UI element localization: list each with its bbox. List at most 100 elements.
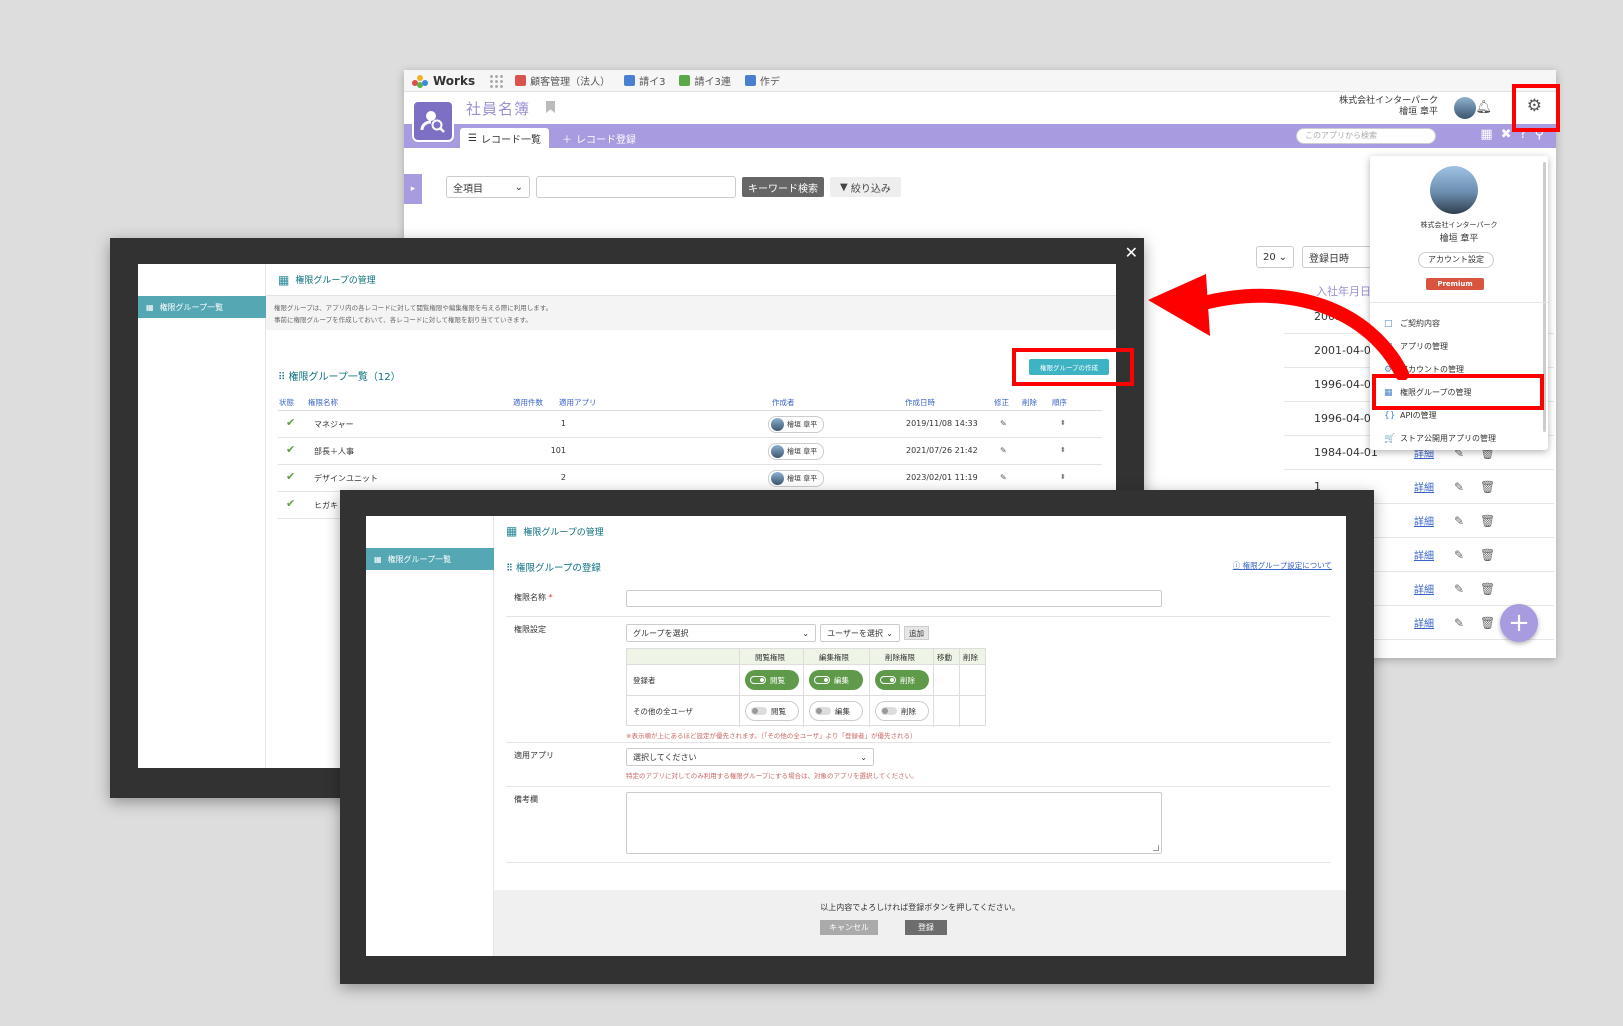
edit-icon[interactable]: ✎ xyxy=(1454,616,1480,630)
sidebar-item-label: 権限グループ一覧 xyxy=(387,554,452,564)
account-settings-button[interactable]: アカウント設定 xyxy=(1418,252,1494,268)
qr-icon[interactable]: ▦ xyxy=(1480,127,1492,142)
modal-sidebar: ▦ 権限グループ一覧 xyxy=(366,516,494,956)
sidebar-item-group-list[interactable]: ▦ 権限グループ一覧 xyxy=(366,548,494,570)
table-row[interactable]: ✔ デザインユニット 2 檜垣 章平 2023/02/01 11:19 ✎ ⬍ xyxy=(278,465,1102,492)
tab-label: レコード一覧 xyxy=(480,134,541,146)
resize-handle[interactable] xyxy=(1153,845,1159,851)
sort-icon[interactable]: ⬍ xyxy=(1060,419,1066,427)
chevron-down-icon: ⌄ xyxy=(1278,251,1287,263)
detail-link[interactable]: 詳細 xyxy=(1414,615,1454,630)
cancel-button[interactable]: キャンセル xyxy=(820,920,878,935)
detail-link[interactable]: 詳細 xyxy=(1414,581,1454,596)
trash-icon[interactable]: 🗑︎ xyxy=(1480,548,1506,562)
perm-col-edit: 編集権限 xyxy=(819,653,849,662)
trash-icon[interactable]: 🗑︎ xyxy=(1480,514,1506,528)
chevron-down-icon: ⌄ xyxy=(886,628,893,638)
sidebar-item-group-list[interactable]: ▦ 権限グループ一覧 xyxy=(138,296,266,318)
user-info[interactable]: 株式会社インターパーク 檜垣 章平 xyxy=(1339,96,1438,118)
submit-button[interactable]: 登録 xyxy=(905,920,947,935)
column-header: 適用アプリ xyxy=(559,398,597,407)
page-size-value: 20 xyxy=(1263,251,1276,263)
view-toggle-others[interactable]: 閲覧 xyxy=(745,701,799,721)
account-menu-item[interactable]: 🛒 ストア公開用アプリの管理 xyxy=(1384,427,1496,450)
app-select[interactable]: 選択してください ⌄ xyxy=(626,748,874,766)
group-icon: ▦ xyxy=(278,272,290,287)
keyword-search-button[interactable]: キーワード検索 xyxy=(742,177,824,197)
detail-link[interactable]: 詳細 xyxy=(1414,547,1454,562)
user-name: 檜垣 章平 xyxy=(1399,107,1438,117)
edit-toggle-registrant[interactable]: 編集 xyxy=(809,670,863,690)
delete-toggle-registrant[interactable]: 削除 xyxy=(875,670,929,690)
tab-record-register[interactable]: ＋ レコード登録 xyxy=(554,128,644,148)
detail-link[interactable]: 詳細 xyxy=(1414,479,1454,494)
app-chip-2[interactable]: 請イ3 xyxy=(624,73,665,88)
sort-select[interactable]: 登録日時 xyxy=(1302,246,1372,268)
form-footer: 以上内容でよろしければ登録ボタンを押してください。 キャンセル 登録 xyxy=(494,890,1346,956)
check-icon: ✔ xyxy=(286,497,296,510)
app-chip-3[interactable]: 請イ3連 xyxy=(679,73,731,88)
memo-textarea[interactable] xyxy=(626,792,1162,854)
toggle-knob xyxy=(881,707,897,715)
bookmark-icon[interactable] xyxy=(546,101,555,113)
app-icon xyxy=(412,100,454,142)
created-cell: 2021/07/26 21:42 xyxy=(906,446,978,455)
tools-icon[interactable]: ✖ xyxy=(1501,127,1512,142)
detail-link[interactable]: 詳細 xyxy=(1414,513,1454,528)
highlight-create-button xyxy=(1012,348,1134,386)
close-icon[interactable]: ✕ xyxy=(1125,243,1138,262)
edit-icon[interactable]: ✎ xyxy=(1454,480,1480,494)
field-select[interactable]: 全項目 ⌄ xyxy=(446,176,530,198)
app-chip-4[interactable]: 作デ xyxy=(744,73,780,88)
bell-icon[interactable]: 🔔︎ xyxy=(1475,100,1492,115)
app-grid-icon[interactable] xyxy=(489,73,504,88)
table-row[interactable]: ✔ 部長＋人事 101 檜垣 章平 2021/07/26 21:42 ✎ ⬍ xyxy=(278,438,1102,465)
sort-value: 登録日時 xyxy=(1309,253,1349,265)
group-name-cell: デザインユニット xyxy=(314,474,378,483)
edit-toggle-others[interactable]: 編集 xyxy=(809,701,863,721)
table-row[interactable]: ✔ マネジャー 1 檜垣 章平 2019/11/08 14:33 ✎ ⬍ xyxy=(278,411,1102,438)
count-cell: 101 xyxy=(550,446,566,455)
app-chip-1[interactable]: 顧客管理（法人） xyxy=(515,73,610,88)
tab-record-list[interactable]: ☰ レコード一覧 xyxy=(460,128,549,148)
edit-icon[interactable]: ✎ xyxy=(1454,582,1480,596)
edit-icon[interactable]: ✎ xyxy=(1000,446,1007,455)
filter-button[interactable]: ▼ 絞り込み xyxy=(830,177,901,197)
column-header: 順序 xyxy=(1052,398,1067,407)
toggle-label: 削除 xyxy=(901,706,916,716)
column-header: 修正 xyxy=(994,398,1009,407)
delete-toggle-others[interactable]: 削除 xyxy=(875,701,929,721)
help-link[interactable]: ⓘ 権限グループ設定について xyxy=(1233,560,1332,571)
menu-item-label: ストア公開用アプリの管理 xyxy=(1400,434,1496,443)
group-select[interactable]: グループを選択 ⌄ xyxy=(626,624,816,642)
works-logo[interactable]: Works xyxy=(412,74,475,88)
edit-icon[interactable]: ✎ xyxy=(1000,473,1007,482)
toggle-label: 編集 xyxy=(834,675,849,685)
sidebar-toggle[interactable]: ▸ xyxy=(404,174,422,204)
sort-icon[interactable]: ⬍ xyxy=(1060,446,1066,454)
permission-note: ※表示順が上にあるほど設定が優先されます。（「その他の全ユーザ」より「登録者」が… xyxy=(626,732,917,740)
edit-icon[interactable]: ✎ xyxy=(1454,548,1480,562)
trash-icon[interactable]: 🗑︎ xyxy=(1480,480,1506,494)
sort-icon[interactable]: ⬍ xyxy=(1060,473,1066,481)
keyword-input[interactable] xyxy=(536,176,736,198)
app-label: 適用アプリ xyxy=(514,751,554,760)
view-toggle-registrant[interactable]: 閲覧 xyxy=(745,670,799,690)
user-select[interactable]: ユーザーを選択 ⌄ xyxy=(820,624,900,642)
add-button[interactable]: 追加 xyxy=(904,626,929,640)
perm-col-remove: 削除 xyxy=(963,653,978,662)
group-name-input[interactable] xyxy=(626,590,1162,607)
chevron-down-icon: ⌄ xyxy=(860,752,867,762)
count-cell: 1 xyxy=(560,419,566,428)
add-record-button[interactable]: + xyxy=(1500,604,1538,642)
page-size-select[interactable]: 20 ⌄ xyxy=(1256,246,1294,268)
app-search-input[interactable]: このアプリから検索 xyxy=(1296,128,1436,144)
user-select-value: ユーザーを選択 xyxy=(827,628,883,638)
avatar[interactable] xyxy=(1454,97,1476,119)
trash-icon[interactable]: 🗑︎ xyxy=(1480,582,1506,596)
edit-icon[interactable]: ✎ xyxy=(1454,514,1480,528)
toggle-label: 編集 xyxy=(835,706,850,716)
edit-icon[interactable]: ✎ xyxy=(1000,419,1007,428)
divider xyxy=(933,649,934,727)
avatar xyxy=(771,472,784,485)
